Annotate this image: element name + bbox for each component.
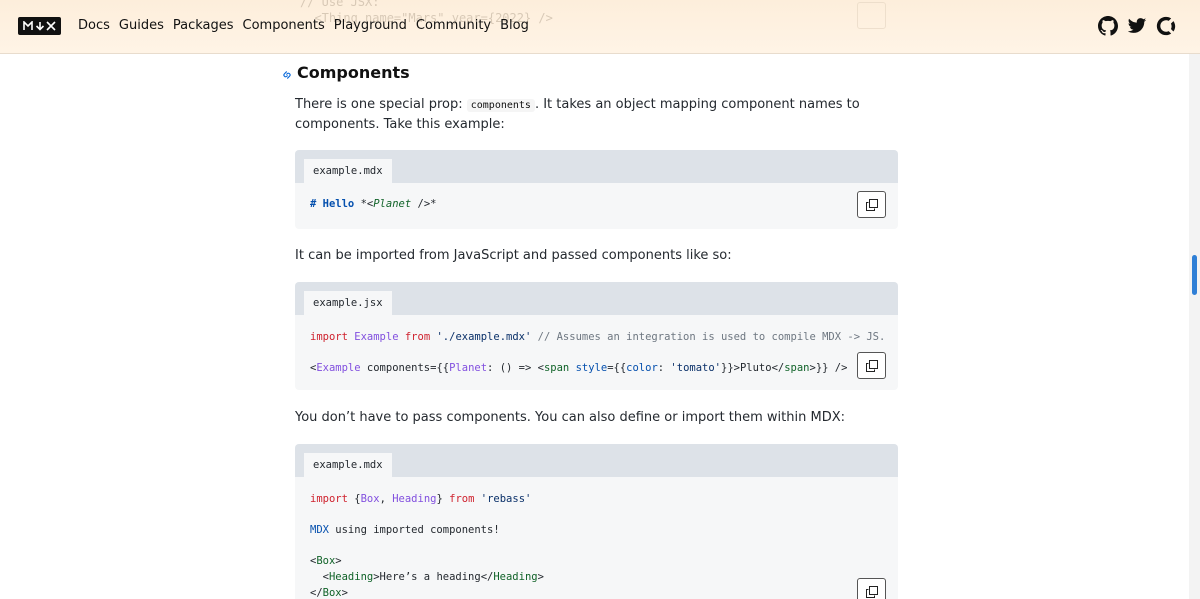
code-filename-tab[interactable]: example.jsx	[304, 291, 392, 315]
page-scrollbar[interactable]	[1189, 54, 1200, 599]
code-line: import Example from './example.mdx' // A…	[310, 331, 886, 343]
code-line: <Example components={{Planet: () => <spa…	[310, 362, 848, 375]
paragraph-import: It can be imported from JavaScript and p…	[295, 248, 732, 263]
heading-text: Components	[297, 62, 410, 82]
scrollbar-thumb[interactable]	[1192, 255, 1197, 295]
code-body: import Example from './example.mdx' // A…	[295, 315, 898, 377]
code-block-example-mdx: example.mdx # Hello *<Planet />*	[295, 150, 898, 229]
social-links	[1098, 16, 1176, 36]
code-filename-tab[interactable]: example.mdx	[304, 159, 392, 183]
copy-button[interactable]	[857, 578, 886, 599]
ghost-copy-button	[857, 2, 886, 29]
copy-button[interactable]	[857, 352, 886, 379]
nav-packages[interactable]: Packages	[173, 17, 234, 35]
intro-text: There is one special prop:	[295, 97, 467, 112]
nav-docs[interactable]: Docs	[78, 17, 110, 35]
code-line: </Box>	[310, 586, 348, 599]
main-nav: Docs Guides Packages Components Playgrou…	[78, 17, 529, 35]
nav-playground[interactable]: Playground	[334, 17, 407, 35]
code-tabbar: example.mdx	[295, 150, 898, 183]
code-line: MDX using imported components!	[310, 524, 500, 537]
nav-guides[interactable]: Guides	[119, 17, 164, 35]
copy-icon	[865, 585, 878, 598]
section-heading: Components	[281, 60, 410, 84]
copy-icon	[865, 198, 878, 211]
code-line: <Heading>Here’s a heading</Heading>	[310, 570, 544, 583]
code-body: import {Box, Heading} from 'rebass' MDX …	[295, 477, 898, 599]
code-line: <Box>	[310, 555, 342, 568]
nav-community[interactable]: Community	[416, 17, 491, 35]
site-header: // Use JSX: <Thing name="Mars" year={202…	[0, 0, 1200, 54]
copy-icon	[865, 359, 878, 372]
copy-button[interactable]	[857, 191, 886, 218]
code-body: # Hello *<Planet />*	[295, 183, 898, 213]
inline-code-components: components	[466, 99, 535, 112]
code-line: # Hello *<Planet />*	[310, 198, 437, 210]
link-icon[interactable]	[281, 66, 293, 79]
code-filename-tab[interactable]: example.mdx	[304, 453, 392, 477]
opencollective-icon[interactable]	[1156, 16, 1176, 36]
mdx-logo[interactable]	[18, 17, 61, 35]
code-tabbar: example.mdx	[295, 444, 898, 477]
code-tabbar: example.jsx	[295, 282, 898, 315]
code-block-example-jsx: example.jsx import Example from './examp…	[295, 282, 898, 390]
intro-paragraph: There is one special prop: components. I…	[295, 95, 898, 134]
paragraph-define: You don’t have to pass components. You c…	[295, 410, 845, 425]
code-block-example-mdx-2: example.mdx import {Box, Heading} from '…	[295, 444, 898, 599]
nav-blog[interactable]: Blog	[500, 17, 529, 35]
github-icon[interactable]	[1098, 16, 1118, 36]
ghost-line: // Use JSX:	[300, 0, 380, 9]
nav-components[interactable]: Components	[243, 17, 325, 35]
twitter-icon[interactable]	[1127, 16, 1147, 36]
code-line: import {Box, Heading} from 'rebass'	[310, 493, 532, 505]
